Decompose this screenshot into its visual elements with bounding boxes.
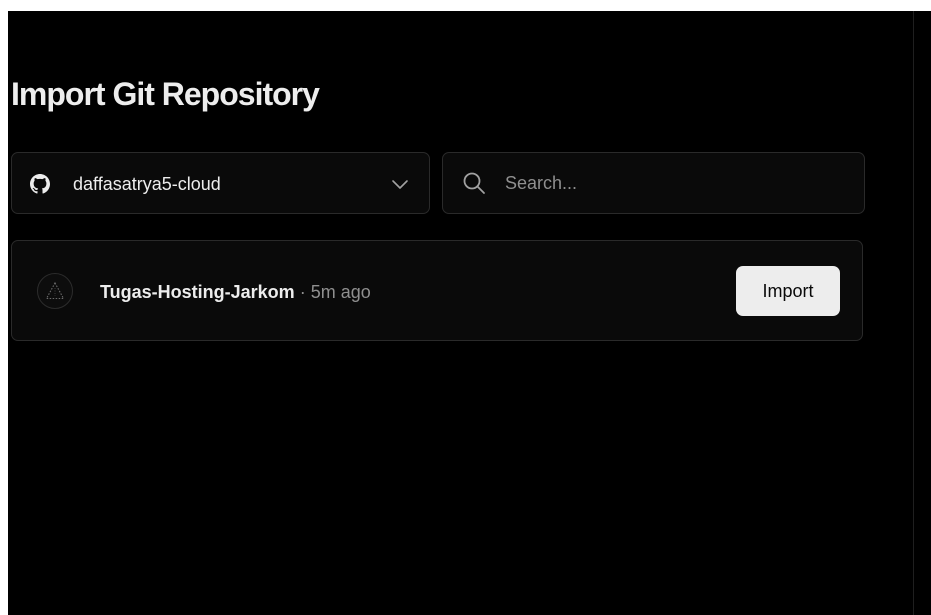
github-icon [30, 174, 50, 194]
panel-divider [913, 11, 914, 615]
triangle-icon [45, 281, 65, 300]
repo-info: Tugas-Hosting-Jarkom · 5m ago [100, 281, 371, 303]
list-item: Tugas-Hosting-Jarkom · 5m ago Import [12, 241, 862, 340]
chevron-down-icon [392, 180, 408, 189]
search-input[interactable] [505, 167, 845, 199]
import-panel: Import Git Repository daffasatrya5-cloud [8, 11, 931, 615]
import-button[interactable]: Import [736, 266, 840, 316]
repo-name[interactable]: Tugas-Hosting-Jarkom [100, 282, 295, 302]
repository-list: Tugas-Hosting-Jarkom · 5m ago Import [11, 240, 863, 341]
page-title: Import Git Repository [11, 76, 320, 112]
repo-avatar [37, 273, 73, 309]
account-select[interactable]: daffasatrya5-cloud [11, 152, 430, 214]
account-name: daffasatrya5-cloud [73, 174, 221, 194]
search-icon [463, 172, 485, 194]
repo-separator: · [294, 282, 311, 302]
search-box[interactable] [442, 152, 865, 214]
repo-updated-time: 5m ago [310, 282, 371, 302]
